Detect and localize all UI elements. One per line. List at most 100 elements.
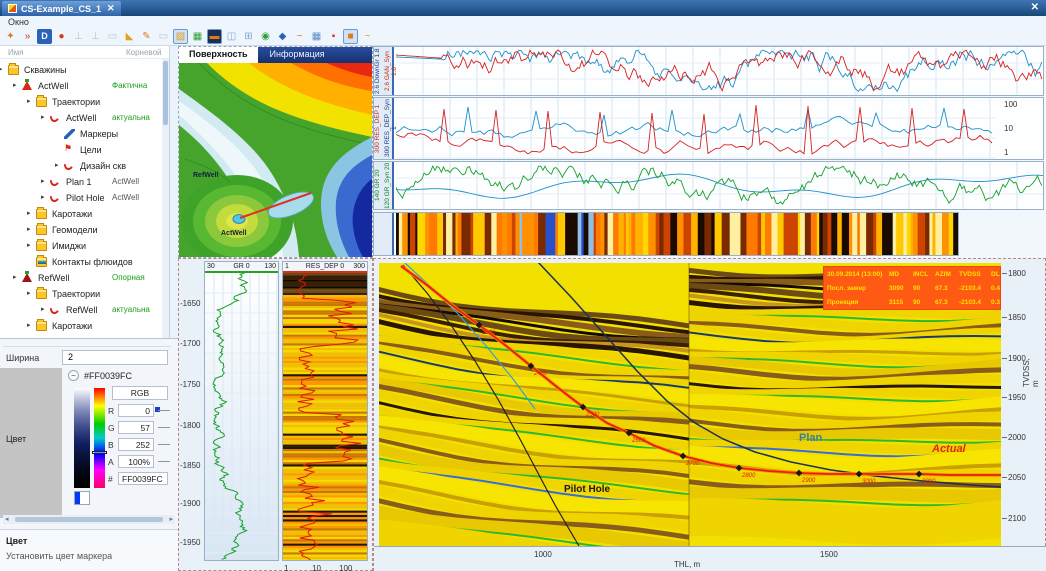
document-tab[interactable]: CS-Example_CS_1 ✕ (2, 1, 121, 16)
tab-information[interactable]: Информация (258, 47, 337, 63)
channel-a-input[interactable]: 100% (118, 455, 154, 468)
expander-icon[interactable]: ▸ (27, 318, 31, 334)
tree-item-label[interactable]: ActWell (66, 110, 96, 126)
tree-item-markers[interactable]: Маркеры (0, 126, 170, 142)
split-horizontal-icon[interactable]: ◫ (224, 29, 239, 44)
wave-view-icon[interactable]: ~ (360, 29, 375, 44)
channel-a-slider[interactable] (158, 461, 170, 462)
tree-item-label[interactable]: Маркеры (80, 126, 118, 142)
expander-icon[interactable]: ▸ (27, 94, 31, 110)
expander-icon[interactable]: ▸ (13, 270, 17, 286)
tree-item-label[interactable]: Траектории (52, 94, 100, 110)
frame-tool-icon[interactable]: ▭ (105, 29, 120, 44)
channel-b-input[interactable]: 252 (118, 438, 154, 451)
expander-icon[interactable]: ▸ (41, 110, 45, 126)
channel-g-slider[interactable] (158, 427, 170, 428)
tree-item-label[interactable]: Имиджи (52, 238, 86, 254)
tree-scrollbar[interactable] (162, 59, 169, 338)
tree-scrollbar-thumb[interactable] (163, 61, 168, 125)
pan-tool-icon[interactable]: ✦ (3, 29, 18, 44)
window-close-icon[interactable]: ✕ (1031, 2, 1039, 13)
tree-item-pilot-hole[interactable]: ▸Pilot HoleActWell (0, 190, 170, 206)
expander-icon[interactable]: ▸ (27, 238, 31, 254)
hscrollbar-thumb[interactable] (15, 517, 163, 522)
unlink-tool-icon[interactable]: ⊥ (88, 29, 103, 44)
expander-icon[interactable]: ▸ (27, 206, 31, 222)
expander-icon[interactable]: ▸ (13, 78, 17, 94)
tree-item-actwell-traj[interactable]: ▸ActWellактуальна (0, 110, 170, 126)
tree-item-label[interactable]: Траектории (52, 286, 100, 302)
channel-r-input[interactable]: 0 (118, 404, 154, 417)
tree-item-wells[interactable]: ▸ Скважины (0, 62, 170, 78)
frame-tool-2-icon[interactable]: ▭ (156, 29, 171, 44)
tree-item-refwell[interactable]: ▸RefWellОпорная (0, 270, 170, 286)
tree-item-label[interactable]: Скважины (24, 62, 67, 78)
tree-item-ref-trajectories[interactable]: ▸ Траектории (0, 286, 170, 302)
record-dot-icon[interactable]: ● (54, 29, 69, 44)
heatmap-view-icon[interactable]: ■ (343, 29, 358, 44)
tree-item-refwell-traj[interactable]: ▸RefWellактуальна (0, 302, 170, 318)
tree-item-geomodels[interactable]: ▸ Геомодели (0, 222, 170, 238)
log-track-resistivity[interactable]: 300 RES_DEP 1 300 RES_DEP_Syn 1 100 10 1 (373, 97, 1044, 160)
tree-item-actwell[interactable]: ▸ActWellФактична (0, 78, 170, 94)
curve-view-icon[interactable]: ~ (292, 29, 307, 44)
tree-item-label[interactable]: Контакты флюидов (52, 254, 133, 270)
channel-hex-input[interactable]: FF0039FC (118, 472, 168, 485)
expander-icon[interactable]: ▸ (41, 174, 45, 190)
hue-marker[interactable] (92, 451, 107, 454)
tree-item-ref-logs[interactable]: ▸ Каротажи (0, 318, 170, 334)
tree-item-label[interactable]: Каротажи (52, 206, 92, 222)
tree-item-label[interactable]: Plan 1 (66, 174, 92, 190)
current-color-swatch[interactable] (74, 491, 90, 505)
tree-item-label[interactable]: Дизайн скв (80, 158, 126, 174)
expander-icon[interactable]: ▸ (41, 302, 45, 318)
expander-icon[interactable]: ▸ (27, 222, 31, 238)
properties-hscrollbar[interactable]: ◂ ▸ (3, 515, 175, 524)
tree-item-well-design[interactable]: ▸ Дизайн скв (0, 158, 170, 174)
tree-item-label[interactable]: Каротажи (52, 318, 92, 334)
split-grid-icon[interactable]: ⊞ (241, 29, 256, 44)
tree-item-plan1[interactable]: ▸Plan 1ActWell (0, 174, 170, 190)
section-view-icon[interactable]: ▬ (207, 29, 222, 44)
tree-item-fluid-contacts[interactable]: Контакты флюидов (0, 254, 170, 270)
hue-bar[interactable] (94, 388, 105, 488)
menu-item-window[interactable]: Окно (8, 17, 29, 27)
color-expander-button[interactable]: − (68, 370, 79, 381)
ruler-tool-icon[interactable]: ◣ (122, 29, 137, 44)
gr-track[interactable]: 30 GR 0 130 (204, 261, 279, 561)
log-track-image[interactable] (373, 212, 959, 256)
forward-arrows-icon[interactable]: » (20, 29, 35, 44)
target-view-icon[interactable]: ◉ (258, 29, 273, 44)
scroll-right-icon[interactable]: ▸ (169, 515, 173, 524)
tree-item-trajectories[interactable]: ▸ Траектории (0, 94, 170, 110)
tree-item-label[interactable]: Pilot Hole (66, 190, 105, 206)
tree-item-label[interactable]: RefWell (38, 270, 69, 286)
expander-icon[interactable]: ▸ (27, 286, 31, 302)
flags-view-icon[interactable]: ▪ (326, 29, 341, 44)
expander-icon[interactable]: ▸ (0, 62, 3, 78)
link-tool-icon[interactable]: ⊥ (71, 29, 86, 44)
mesh-view-icon[interactable]: ▦ (309, 29, 324, 44)
scroll-left-icon[interactable]: ◂ (5, 515, 9, 524)
tab-close-icon[interactable]: ✕ (107, 3, 115, 14)
tree-item-label[interactable]: Геомодели (52, 222, 98, 238)
brush-tool-icon[interactable]: ✎ (139, 29, 154, 44)
log-track-gamma[interactable]: 140 GR 20 120 GR_Syn 20 (373, 161, 1044, 210)
grid-view-icon[interactable]: ▦ (190, 29, 205, 44)
log-track-density[interactable]: 2.6 DownGr 1.8 2.6 GAN_Syn 1.8 (373, 46, 1044, 96)
tree-item-label[interactable]: ActWell (38, 78, 68, 94)
droplet-view-icon[interactable]: ◆ (275, 29, 290, 44)
tree-item-label[interactable]: RefWell (66, 302, 97, 318)
tab-surface[interactable]: Поверхность (179, 47, 258, 63)
data-box-icon[interactable]: D (37, 29, 52, 44)
res-track[interactable]: 1 RES_DEP 0 300 (282, 261, 368, 561)
tree-item-label[interactable]: Цели (80, 142, 102, 158)
width-input[interactable]: 2 (62, 350, 168, 365)
saturation-value-box[interactable] (74, 388, 90, 488)
expander-icon[interactable]: ▸ (41, 190, 45, 206)
channel-r-slider[interactable] (158, 410, 170, 411)
expander-icon[interactable]: ▸ (55, 158, 59, 174)
tree-item-images[interactable]: ▸ Имиджи (0, 238, 170, 254)
tree-item-logs[interactable]: ▸ Каротажи (0, 206, 170, 222)
channel-b-slider[interactable] (158, 444, 170, 445)
